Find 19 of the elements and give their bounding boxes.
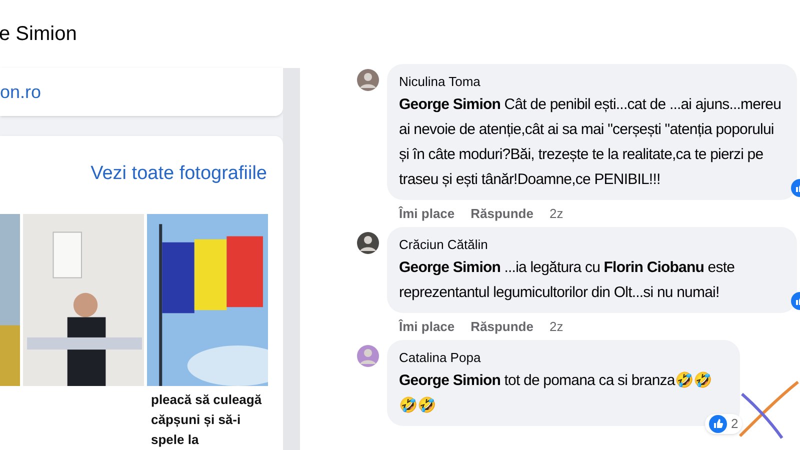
comment-action[interactable]: Răspunde [470,316,534,336]
comment-action[interactable]: Răspunde [470,204,534,223]
comment-action[interactable]: Îmi place [399,316,455,336]
comment-time: 2z [549,204,564,222]
comment-action[interactable]: Îmi place [399,204,455,223]
comment-text: George Simion Cât de penibil ești...cat de ...ai ajuns...mereu ai nevoie de atenție,cât ai sa mai "cerșești "atenția poporului și în câte moduri?Băi, trezește te la realitate,ca te pierzi pe traseu și ești tânăr!Doamne,ce PENIBIL!!! [399,94,782,190]
comment-author[interactable]: Crăciun Cătălin [399,235,785,254]
website-link[interactable]: on.ro [0,78,42,106]
avatar[interactable] [357,69,379,91]
comment-time: 2z [549,318,564,336]
comment-text: George Simion tot de pomana ca si branza🤣🤣🤣🤣 [399,370,714,416]
avatar[interactable] [357,232,379,254]
see-all-photos-link[interactable]: Vezi toate fotografiile [90,160,267,214]
scribble-drawing [738,378,800,440]
reaction-count: 2 [731,415,738,433]
comment-author[interactable]: Catalina Popa [399,348,728,368]
page-title: e Simion [0,22,77,47]
comment-text: George Simion ...ia legătura cu Florin Ciobanu este reprezentantul legumicultorilor din Olt...si nu numai! [399,258,736,302]
comment-author[interactable]: Niculina Toma [399,72,785,92]
